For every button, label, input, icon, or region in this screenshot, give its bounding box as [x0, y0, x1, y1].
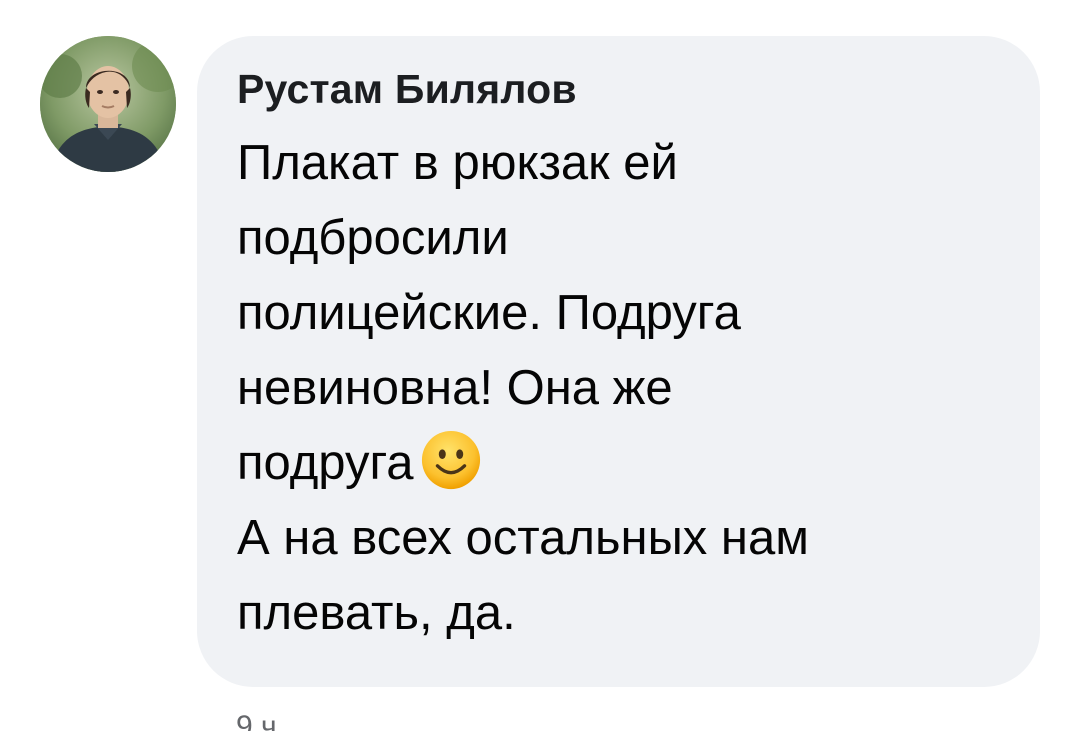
comment-author-name[interactable]: Рустам Билялов	[237, 66, 1000, 112]
comment-line: подруга	[237, 436, 414, 490]
comment-line: подбросили	[237, 211, 509, 265]
comment-line: А на всех остальных нам	[237, 511, 809, 565]
author-avatar[interactable]	[40, 36, 176, 172]
comment-line: Плакат в рюкзак ей	[237, 136, 678, 190]
avatar-photo-icon	[40, 36, 176, 172]
comment-bubble: Рустам Билялов Плакат в рюкзак ей подбро…	[197, 36, 1040, 687]
comment-timestamp[interactable]: 9 ч	[236, 712, 277, 731]
comment-line: полицейские. Подруга	[237, 286, 741, 340]
comment-line: невиновна! Она же	[237, 361, 673, 415]
comment-line: плевать, да.	[237, 586, 516, 640]
slightly-smiling-face-emoji-icon	[421, 430, 480, 490]
comment-text: Плакат в рюкзак ей подбросили полицейски…	[237, 126, 977, 651]
comment-line-with-emoji: подруга	[237, 426, 977, 501]
